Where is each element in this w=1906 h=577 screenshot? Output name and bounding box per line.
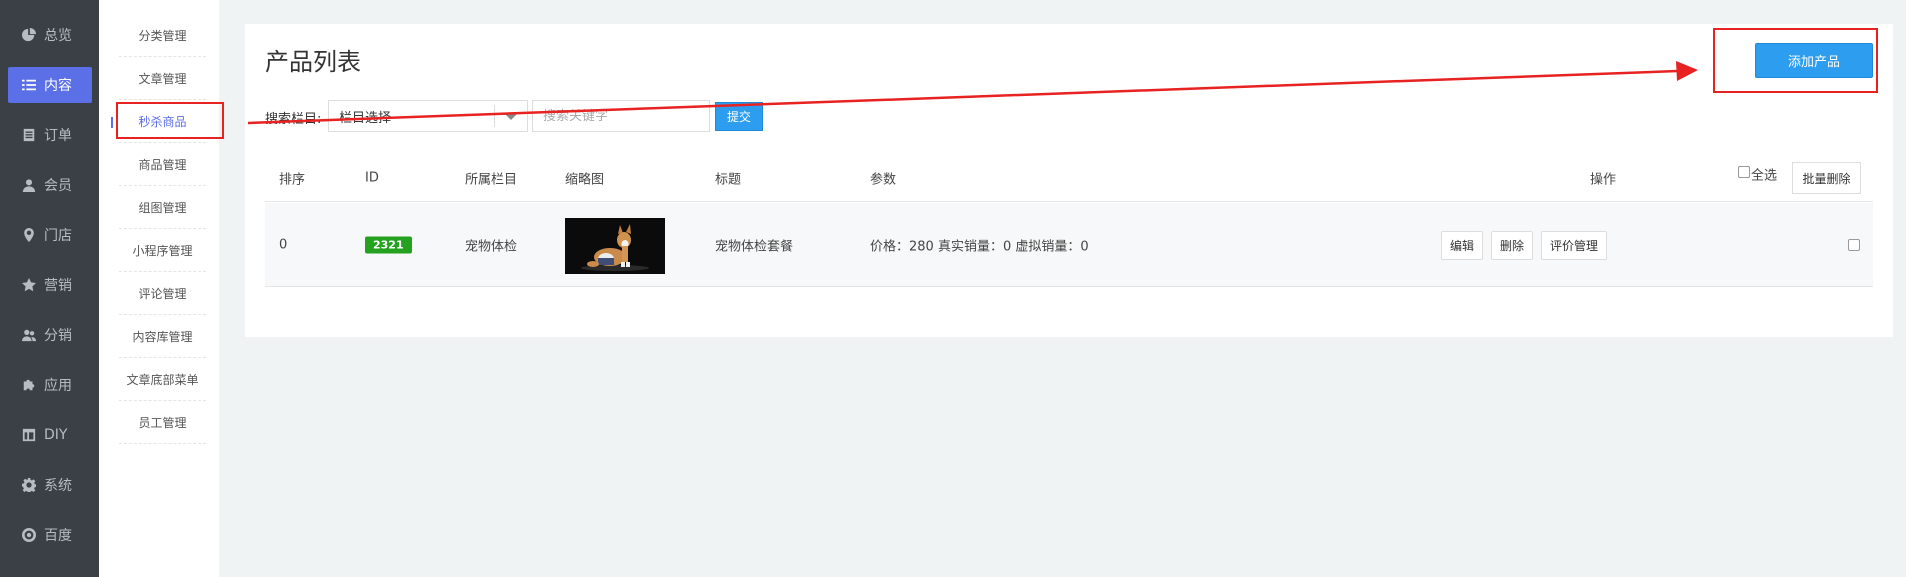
sidebar-item-distribution[interactable]: 分销	[8, 317, 92, 353]
search-label: 搜索栏目:	[265, 112, 322, 127]
subnav-item-miniprogram[interactable]: 小程序管理	[119, 230, 206, 272]
header-title: 标题	[715, 172, 742, 187]
document-icon	[22, 128, 36, 142]
select-all-label: 全选	[1751, 168, 1778, 184]
header-id: ID	[365, 170, 379, 185]
header-category: 所属栏目	[465, 172, 518, 187]
page-title: 产品列表	[265, 48, 361, 76]
sidebar-item-diy[interactable]: DIY	[8, 417, 92, 453]
sidebar-item-baidu[interactable]: 百度	[8, 517, 92, 553]
sidebar-item-label: 应用	[44, 378, 72, 394]
puzzle-icon	[22, 378, 36, 392]
header-actions: 操作	[1590, 172, 1617, 187]
sidebar-item-label: 百度	[44, 528, 72, 544]
id-badge: 2321	[365, 236, 412, 253]
pie-chart-icon	[22, 28, 36, 42]
sidebar-item-label: 会员	[44, 178, 72, 194]
list-icon	[22, 78, 36, 92]
sidebar-item-content[interactable]: 内容	[8, 67, 92, 103]
row-checkbox[interactable]	[1848, 239, 1860, 251]
table-header: 排序 ID 所属栏目 缩略图 标题 参数 操作 全选 批量删除	[265, 154, 1873, 202]
location-pin-icon	[22, 228, 36, 242]
subnav-item-article-footer-menu[interactable]: 文章底部菜单	[119, 359, 206, 401]
table-row: 0 2321 宠物体检 宠物体检套餐 价格：280 真实销量：0 虚拟销量：0	[265, 203, 1873, 287]
gear-icon	[22, 478, 36, 492]
users-icon	[22, 328, 36, 342]
sidebar-item-label: 系统	[44, 478, 72, 494]
secondary-sidebar: 分类管理 文章管理 秒杀商品 商品管理 组图管理 小程序管理 评论管理 内容库管…	[99, 0, 219, 577]
row-category: 宠物体检	[465, 239, 518, 254]
layout-icon	[22, 428, 36, 442]
chevron-down-icon	[505, 114, 517, 120]
row-params: 价格：280 真实销量：0 虚拟销量：0	[870, 239, 1089, 254]
subnav-item-gallery[interactable]: 组图管理	[119, 187, 206, 229]
subnav-item-articles[interactable]: 文章管理	[119, 58, 206, 100]
header-sort: 排序	[279, 172, 306, 187]
sidebar-item-marketing[interactable]: 营销	[8, 267, 92, 303]
product-list-card: 产品列表 添加产品 搜索栏目: 栏目选择 提交 排序 ID 所属栏目 缩略图 标…	[245, 24, 1893, 337]
subnav-item-category[interactable]: 分类管理	[119, 15, 206, 57]
category-select-value: 栏目选择	[339, 110, 392, 126]
subnav-item-staff[interactable]: 员工管理	[119, 402, 206, 444]
category-select[interactable]: 栏目选择	[328, 100, 528, 132]
user-icon	[22, 178, 36, 192]
sidebar-item-apps[interactable]: 应用	[8, 367, 92, 403]
subnav-item-products[interactable]: 商品管理	[119, 144, 206, 186]
star-icon	[22, 278, 36, 292]
sidebar-item-system[interactable]: 系统	[8, 467, 92, 503]
add-product-button[interactable]: 添加产品	[1755, 43, 1873, 78]
sidebar-item-label: 分销	[44, 328, 72, 344]
keyword-input[interactable]	[532, 100, 710, 132]
sidebar-item-members[interactable]: 会员	[8, 167, 92, 203]
submit-button[interactable]: 提交	[715, 102, 763, 131]
sidebar-item-stores[interactable]: 门店	[8, 217, 92, 253]
sidebar-item-label: DIY	[44, 427, 68, 443]
primary-sidebar: 总览 内容 订单 会员 门店 营销 分销 应用 DIY 系统 百度	[0, 0, 99, 577]
bulk-delete-button[interactable]: 批量删除	[1792, 162, 1861, 194]
header-thumbnail: 缩略图	[565, 172, 605, 187]
product-thumbnail	[565, 218, 665, 274]
subnav-item-flash-sale[interactable]: 秒杀商品	[111, 101, 206, 143]
subnav-item-content-library[interactable]: 内容库管理	[119, 316, 206, 358]
review-management-button[interactable]: 评价管理	[1541, 231, 1608, 260]
edit-button[interactable]: 编辑	[1441, 231, 1484, 260]
dog-photo-thumbnail	[565, 218, 665, 274]
delete-button[interactable]: 删除	[1491, 231, 1534, 260]
circle-logo-icon	[22, 528, 36, 542]
sidebar-item-overview[interactable]: 总览	[8, 17, 92, 53]
sidebar-item-orders[interactable]: 订单	[8, 117, 92, 153]
header-params: 参数	[870, 172, 897, 187]
sidebar-item-label: 总览	[44, 28, 72, 44]
sidebar-item-label: 营销	[44, 278, 72, 294]
row-title: 宠物体检套餐	[715, 239, 794, 254]
row-sort: 0	[279, 237, 288, 252]
sidebar-item-label: 订单	[44, 128, 72, 144]
select-all-checkbox[interactable]	[1738, 166, 1750, 178]
subnav-item-comments[interactable]: 评论管理	[119, 273, 206, 315]
sidebar-item-label: 内容	[44, 78, 72, 94]
row-id-badge: 2321	[365, 236, 412, 253]
sidebar-item-label: 门店	[44, 228, 72, 244]
